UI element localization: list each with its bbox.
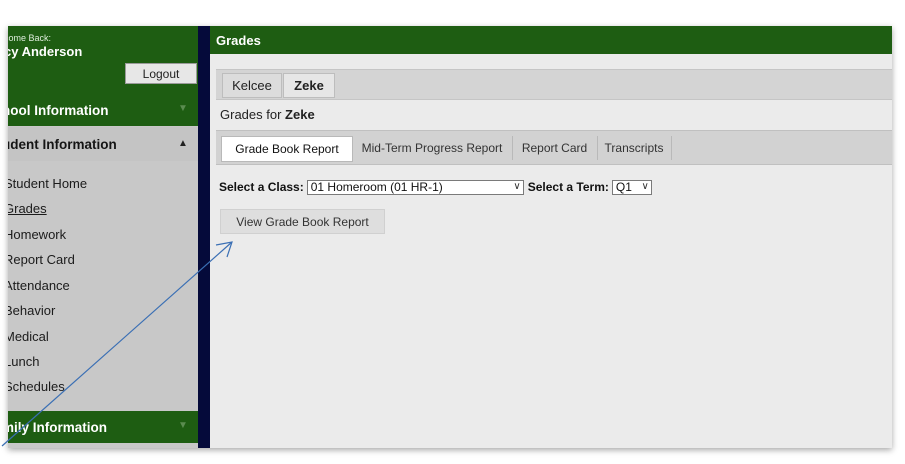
annotation-arrow-line — [1, 241, 233, 447]
annotation-arrow — [1, 241, 233, 447]
